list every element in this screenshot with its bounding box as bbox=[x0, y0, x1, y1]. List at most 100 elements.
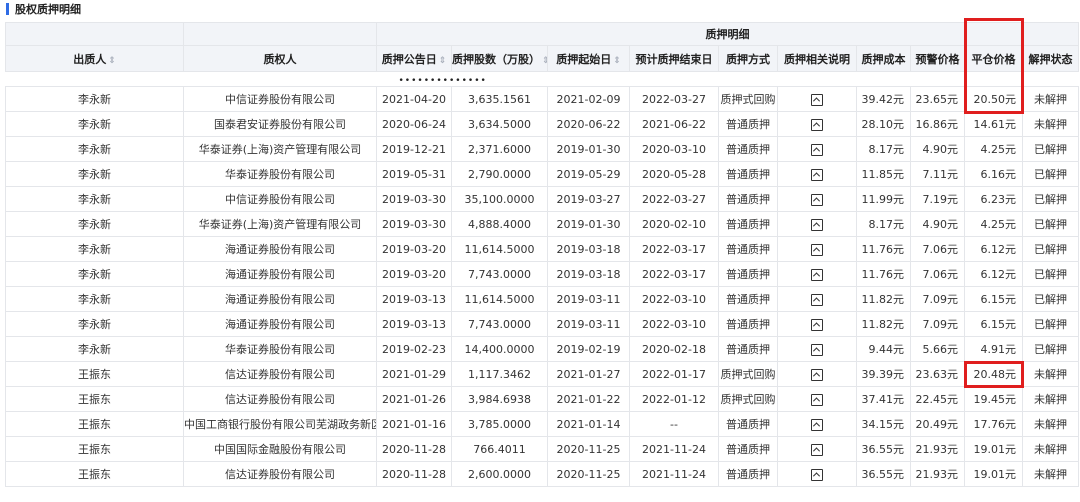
pledgor-cell: 李永新 bbox=[5, 236, 184, 262]
note-cell[interactable] bbox=[777, 186, 857, 212]
col-header-pledgor[interactable]: 出质人 ⇕ bbox=[5, 45, 184, 72]
note-cell[interactable] bbox=[777, 436, 857, 462]
document-icon[interactable] bbox=[811, 193, 823, 206]
cost-cell: 11.99元 bbox=[856, 186, 911, 212]
header-group-label: 质押明细 bbox=[376, 22, 1079, 46]
col-header-announce-date[interactable]: 质押公告日 ⇕ bbox=[376, 45, 452, 72]
warning-price-cell: 21.93元 bbox=[910, 436, 965, 462]
sort-icon[interactable]: ⇕ bbox=[108, 56, 116, 66]
document-icon[interactable] bbox=[811, 118, 823, 131]
cost-cell: 36.55元 bbox=[856, 436, 911, 462]
note-cell[interactable] bbox=[777, 461, 857, 487]
document-icon[interactable] bbox=[811, 218, 823, 231]
shares-cell: 3,785.0000 bbox=[451, 411, 548, 437]
end-date-cell: 2020-02-10 bbox=[629, 211, 719, 237]
note-cell[interactable] bbox=[777, 86, 857, 112]
announce-date-cell: 2019-03-20 bbox=[376, 236, 452, 262]
sort-icon[interactable]: ⇕ bbox=[613, 56, 621, 66]
start-date-cell: 2021-01-22 bbox=[547, 386, 630, 412]
table-row: 王振东 中国国际金融股份有限公司 2020-11-28 766.4011 2020-11… bbox=[5, 436, 1079, 462]
cost-cell: 11.85元 bbox=[856, 161, 911, 187]
end-date-cell: 2022-03-17 bbox=[629, 236, 719, 262]
note-cell[interactable] bbox=[777, 211, 857, 237]
shares-cell: 3,635.1561 bbox=[451, 86, 548, 112]
note-cell[interactable] bbox=[777, 111, 857, 137]
announce-date-cell: 2020-11-28 bbox=[376, 461, 452, 487]
table-row: 李永新 华泰证券(上海)资产管理有限公司 2019-12-21 2,371.6000 2… bbox=[5, 136, 1079, 162]
pledgee-cell: 中国国际金融股份有限公司 bbox=[183, 436, 377, 462]
header-spacer-pledgor bbox=[5, 22, 184, 46]
end-date-cell: 2022-03-17 bbox=[629, 261, 719, 287]
pledgor-cell: 李永新 bbox=[5, 211, 184, 237]
shares-cell: 2,600.0000 bbox=[451, 461, 548, 487]
warning-price-cell: 7.06元 bbox=[910, 261, 965, 287]
pledgee-cell: 海通证券股份有限公司 bbox=[183, 286, 377, 312]
method-cell: 普通质押 bbox=[718, 161, 778, 187]
liquidation-price-cell: 20.50元 bbox=[964, 86, 1023, 112]
pledgor-cell: 王振东 bbox=[5, 386, 184, 412]
method-cell: 普通质押 bbox=[718, 411, 778, 437]
document-icon[interactable] bbox=[811, 243, 823, 256]
document-icon[interactable] bbox=[811, 418, 823, 431]
document-icon[interactable] bbox=[811, 318, 823, 331]
note-cell[interactable] bbox=[777, 286, 857, 312]
sort-icon[interactable]: ⇕ bbox=[439, 56, 447, 66]
document-icon[interactable] bbox=[811, 293, 823, 306]
liquidation-price-cell: 4.25元 bbox=[964, 211, 1023, 237]
liquidation-price-cell: 19.01元 bbox=[964, 461, 1023, 487]
shares-cell: 3,634.5000 bbox=[451, 111, 548, 137]
note-cell[interactable] bbox=[777, 136, 857, 162]
col-header-cost: 质押成本 bbox=[856, 45, 911, 72]
liquidation-price-cell: 17.76元 bbox=[964, 411, 1023, 437]
pledgor-cell: 王振东 bbox=[5, 461, 184, 487]
document-icon[interactable] bbox=[811, 93, 823, 106]
note-cell[interactable] bbox=[777, 261, 857, 287]
pledgee-cell: 华泰证券股份有限公司 bbox=[183, 161, 377, 187]
release-status-cell: 已解押 bbox=[1022, 261, 1079, 287]
document-icon[interactable] bbox=[811, 368, 823, 381]
document-icon[interactable] bbox=[811, 268, 823, 281]
note-cell[interactable] bbox=[777, 236, 857, 262]
document-icon[interactable] bbox=[811, 168, 823, 181]
note-cell[interactable] bbox=[777, 386, 857, 412]
end-date-cell: 2022-01-17 bbox=[629, 361, 719, 387]
col-header-shares[interactable]: 质押股数（万股）⇕ bbox=[451, 45, 548, 72]
announce-date-cell: 2019-03-30 bbox=[376, 211, 452, 237]
document-icon[interactable] bbox=[811, 443, 823, 456]
table-row: 王振东 信达证券股份有限公司 2021-01-26 3,984.6938 2021-01… bbox=[5, 386, 1079, 412]
pledgor-cell: 王振东 bbox=[5, 436, 184, 462]
col-header-start-date[interactable]: 质押起始日 ⇕ bbox=[547, 45, 630, 72]
announce-date-cell: 2021-01-26 bbox=[376, 386, 452, 412]
method-cell: 普通质押 bbox=[718, 111, 778, 137]
table-row: 李永新 华泰证券股份有限公司 2019-05-31 2,790.0000 2019-05… bbox=[5, 161, 1079, 187]
start-date-cell: 2019-03-18 bbox=[547, 261, 630, 287]
pledgor-cell: 李永新 bbox=[5, 136, 184, 162]
document-icon[interactable] bbox=[811, 393, 823, 406]
method-cell: 质押式回购 bbox=[718, 86, 778, 112]
liquidation-price-cell: 6.15元 bbox=[964, 286, 1023, 312]
table-row: 李永新 国泰君安证券股份有限公司 2020-06-24 3,634.5000 2020-… bbox=[5, 111, 1079, 137]
note-cell[interactable] bbox=[777, 411, 857, 437]
note-cell[interactable] bbox=[777, 311, 857, 337]
pledgor-cell: 李永新 bbox=[5, 186, 184, 212]
note-cell[interactable] bbox=[777, 336, 857, 362]
start-date-cell: 2019-02-19 bbox=[547, 336, 630, 362]
document-icon[interactable] bbox=[811, 143, 823, 156]
document-icon[interactable] bbox=[811, 468, 823, 481]
col-header-warning-price: 预警价格 bbox=[910, 45, 965, 72]
announce-date-cell: 2021-01-16 bbox=[376, 411, 452, 437]
start-date-cell: 2019-03-11 bbox=[547, 286, 630, 312]
end-date-cell: 2022-03-27 bbox=[629, 186, 719, 212]
start-date-cell: 2021-01-14 bbox=[547, 411, 630, 437]
announce-date-cell: 2019-03-13 bbox=[376, 311, 452, 337]
liquidation-price-cell: 19.45元 bbox=[964, 386, 1023, 412]
shares-cell: 766.4011 bbox=[451, 436, 548, 462]
note-cell[interactable] bbox=[777, 161, 857, 187]
pledgee-cell: 中信证券股份有限公司 bbox=[183, 186, 377, 212]
table-row: 李永新 海通证券股份有限公司 2019-03-13 7,743.0000 2019-03… bbox=[5, 311, 1079, 337]
sort-icon[interactable]: ⇕ bbox=[542, 56, 547, 66]
document-icon[interactable] bbox=[811, 343, 823, 356]
method-cell: 质押式回购 bbox=[718, 386, 778, 412]
release-status-cell: 已解押 bbox=[1022, 161, 1079, 187]
note-cell[interactable] bbox=[777, 361, 857, 387]
